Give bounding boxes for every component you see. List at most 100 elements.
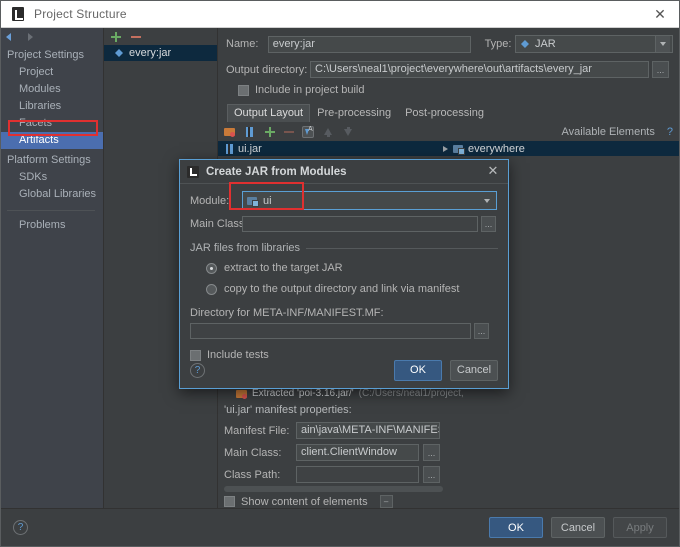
dialog-cancel-button[interactable]: Cancel (450, 359, 498, 381)
dialog-titlebar: Create JAR from Modules ✕ (180, 160, 508, 184)
create-jar-from-modules-dialog: Create JAR from Modules ✕ Module: ui Mai… (179, 159, 509, 389)
dialog-ok-button[interactable]: OK (394, 359, 442, 381)
footer-buttons: OK Cancel Apply (489, 517, 667, 538)
minus-icon[interactable] (130, 31, 141, 42)
artifact-name-input[interactable]: every:jar (267, 35, 471, 53)
radio-copy-to-output-directory[interactable] (206, 283, 217, 295)
sidebar-group-platform-settings: Platform Settings (7, 154, 91, 166)
dialog-button-bar: ? OK Cancel (180, 352, 508, 388)
list-item[interactable]: every:jar (104, 45, 217, 61)
settings-sidebar: Project Settings Project Modules Librari… (1, 28, 104, 518)
browse-manifest-dir-button[interactable]: ... (474, 323, 489, 339)
arrow-right-icon[interactable] (24, 31, 35, 42)
intellij-icon (187, 165, 199, 178)
class-path-input[interactable] (296, 466, 419, 483)
include-in-build-row[interactable]: Include in project build (238, 84, 364, 96)
tree-item-label: everywhere (468, 142, 525, 155)
radio-extract-row[interactable]: extract to the target JAR (206, 262, 498, 274)
ok-button[interactable]: OK (489, 517, 543, 538)
tab-post-processing[interactable]: Post-processing (398, 104, 491, 122)
project-structure-window: Project Structure ✕ Project Settings Pro… (0, 0, 680, 547)
sidebar-nav-toolbar (1, 28, 103, 44)
browse-class-path-button[interactable]: ... (423, 466, 440, 483)
collapse-button[interactable]: – (379, 495, 393, 508)
plus-icon[interactable] (110, 31, 121, 42)
show-content-row[interactable]: Show content of elements – (224, 495, 393, 508)
sidebar-item-project[interactable]: Project (1, 64, 103, 81)
module-select[interactable]: ui (242, 191, 497, 210)
sidebar-item-problems[interactable]: Problems (1, 217, 103, 234)
tree-item-label: ui.jar (238, 142, 262, 155)
dialog-body: Module: ui Main Class: ... JAR files fro… (180, 184, 508, 361)
output-directory-input[interactable]: C:\Users\neal1\project\everywhere\out\ar… (310, 61, 649, 78)
browse-main-class-button[interactable]: ... (481, 216, 496, 232)
dialog-title: Create JAR from Modules (206, 165, 347, 178)
close-icon[interactable]: ✕ (485, 164, 501, 180)
main-class-input[interactable]: client.ClientWindow (296, 444, 419, 461)
artifact-type-select[interactable]: JAR (514, 35, 673, 53)
add-copy-icon[interactable] (264, 126, 275, 137)
manifest-file-row: Manifest File: ain\java\META-INF\MANIFES… (224, 422, 440, 439)
dialog-module-row: Module: ui (190, 191, 498, 210)
tab-pre-processing[interactable]: Pre-processing (310, 104, 398, 122)
chevron-down-icon[interactable] (479, 193, 494, 209)
chevron-down-icon[interactable] (655, 36, 670, 52)
dialog-footer: ? OK Cancel Apply (1, 508, 679, 546)
include-in-build-label: Include in project build (255, 84, 365, 96)
sidebar-divider (7, 210, 95, 211)
module-value: ui (263, 194, 272, 207)
dialog-main-class-row: Main Class: ... (190, 216, 498, 232)
arrow-left-icon[interactable] (5, 31, 16, 42)
horizontal-scrollbar[interactable] (224, 486, 443, 492)
artifacts-toolbar (104, 28, 217, 45)
manifest-dir-input[interactable] (190, 323, 471, 339)
tree-item-ui-jar[interactable]: ui.jar (218, 141, 437, 156)
sidebar-item-modules[interactable]: Modules (1, 81, 103, 98)
tree-item-everywhere[interactable]: everywhere (437, 141, 679, 156)
intellij-icon (10, 6, 26, 22)
dialog-main-class-input[interactable] (242, 216, 478, 232)
radio-copy-row[interactable]: copy to the output directory and link vi… (206, 283, 498, 295)
class-path-label: Class Path: (224, 468, 281, 481)
browse-main-class-button[interactable]: ... (423, 444, 440, 461)
manifest-file-input[interactable]: ain\java\META-INF\MANIFEST.MF (296, 422, 440, 439)
module-icon (247, 196, 259, 207)
sidebar-item-facets[interactable]: Facets (1, 115, 103, 132)
radio-extract-to-target-jar[interactable] (206, 262, 217, 274)
collapsed-triangle-icon[interactable] (443, 145, 448, 152)
window-titlebar: Project Structure ✕ (1, 1, 679, 28)
manifest-dir-label: Directory for META-INF/MANIFEST.MF: (190, 307, 384, 319)
browse-output-directory-button[interactable]: ... (652, 61, 669, 78)
help-icon[interactable]: ? (190, 362, 205, 378)
move-down-icon[interactable] (342, 126, 354, 138)
move-up-icon[interactable] (322, 126, 334, 138)
sidebar-item-libraries[interactable]: Libraries (1, 98, 103, 115)
dialog-main-class-label: Main Class: (190, 218, 248, 230)
cancel-button[interactable]: Cancel (551, 517, 605, 538)
apply-button[interactable]: Apply (613, 517, 667, 538)
close-icon[interactable]: ✕ (651, 6, 669, 24)
editor-tabs: Output Layout Pre-processing Post-proces… (227, 104, 491, 122)
sort-alphabetically-icon[interactable] (302, 125, 314, 138)
main-class-label: Main Class: (224, 446, 282, 459)
show-content-checkbox[interactable] (224, 496, 235, 507)
jar-file-icon[interactable] (244, 126, 256, 138)
include-in-build-checkbox[interactable] (238, 84, 249, 96)
sidebar-item-artifacts[interactable]: Artifacts (1, 132, 103, 149)
create-archive-icon[interactable] (224, 126, 236, 138)
module-icon (453, 144, 465, 155)
help-icon[interactable]: ? (13, 520, 28, 535)
sidebar-item-global-libraries[interactable]: Global Libraries (1, 186, 103, 203)
tab-output-layout[interactable]: Output Layout (227, 104, 311, 122)
available-elements-label: Available Elements (561, 125, 655, 138)
jar-file-icon (224, 143, 234, 154)
artifact-type-value: JAR (534, 38, 556, 50)
main-class-row: Main Class: client.ClientWindow ... (224, 444, 440, 461)
sidebar-item-sdks[interactable]: SDKs (1, 169, 103, 186)
help-icon[interactable]: ? (667, 126, 673, 138)
module-label: Module: (190, 194, 230, 207)
jar-artifact-icon (520, 39, 530, 49)
manifest-file-label: Manifest File: (224, 424, 290, 437)
extracted-archive-icon (236, 388, 247, 399)
artifact-name: every:jar (129, 47, 172, 59)
